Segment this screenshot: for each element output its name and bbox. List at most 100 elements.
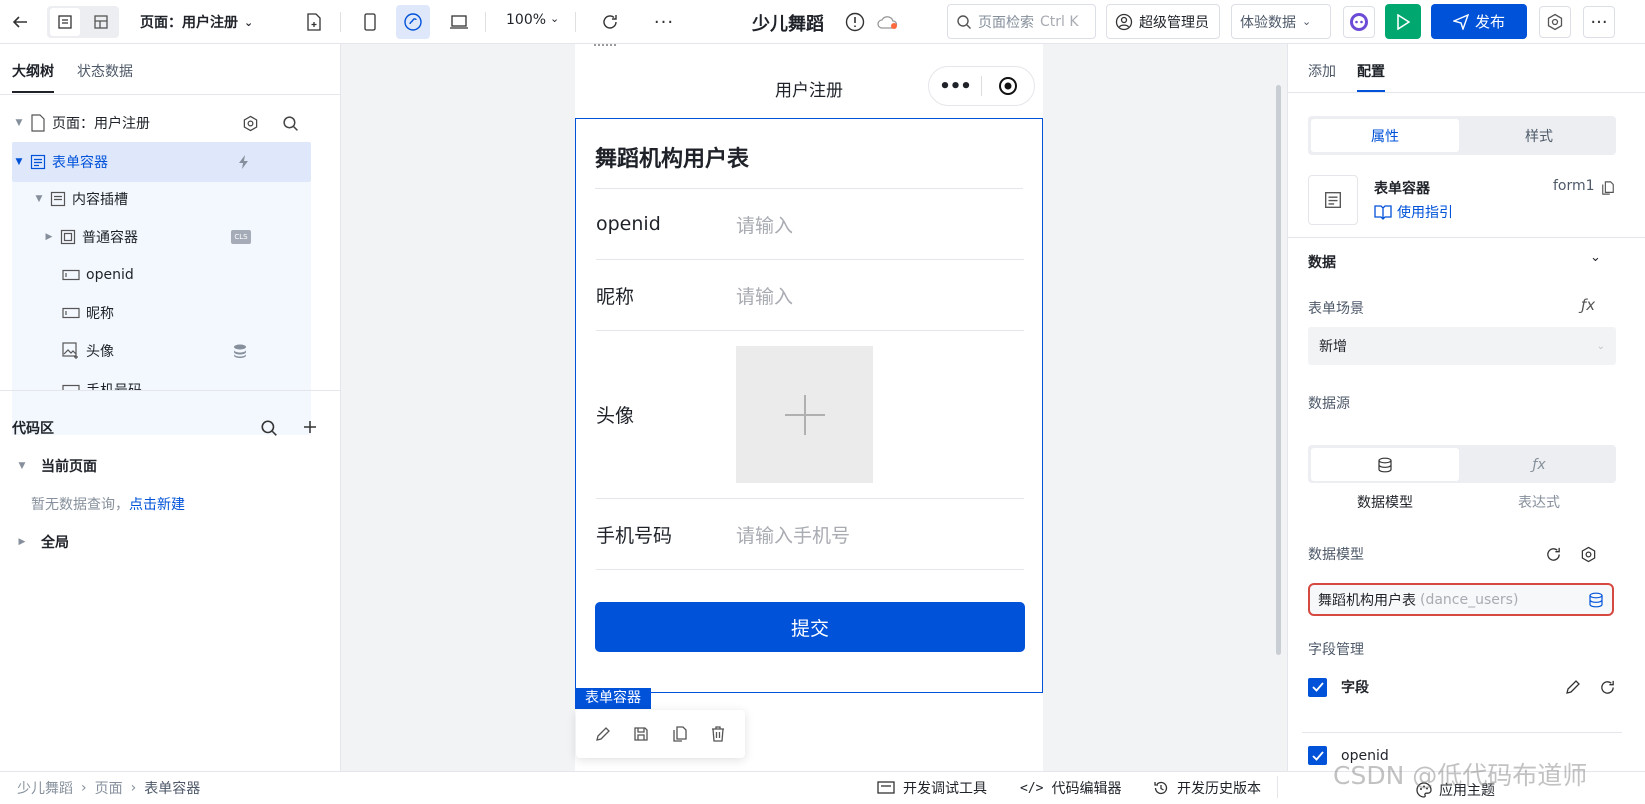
capsule-more-icon[interactable]: ••• (929, 76, 981, 97)
selection-tag: 表单容器 (575, 688, 651, 709)
field-input[interactable]: 请输入 (736, 282, 793, 309)
back-arrow-icon[interactable] (8, 10, 32, 34)
left-panel: 大纲树 状态数据 ▼ 页面：用户注册 ▼ 表单容器 ▼ 内容插槽 ▶ 普通容器 … (0, 44, 341, 771)
form-field-avatar[interactable]: 头像 (596, 331, 1024, 499)
settings-icon[interactable] (1580, 546, 1597, 563)
cls-badge[interactable]: CLS (231, 230, 251, 244)
tree-item-form-container[interactable]: ▼ 表单容器 (12, 142, 311, 182)
form-field-phone[interactable]: 手机号码 请输入手机号 (596, 499, 1024, 570)
datasource-label: 数据源 (1308, 396, 1350, 412)
add-page-icon[interactable] (302, 10, 326, 34)
search-icon[interactable] (282, 115, 299, 132)
debug-tools-button[interactable]: 开发调试工具 (877, 778, 987, 798)
breadcrumb-item[interactable]: 少儿舞蹈 (17, 778, 73, 798)
settings-icon[interactable] (1539, 6, 1571, 38)
code-global[interactable]: ▶ 全局 (15, 532, 69, 552)
chevron-down-icon: ⌄ (550, 12, 560, 25)
debug-tools-label: 开发调试工具 (903, 781, 987, 797)
settings-icon[interactable] (242, 115, 259, 132)
more-menu-icon[interactable]: ··· (1583, 6, 1615, 38)
tree-label: 普通容器 (82, 230, 138, 246)
checkbox-checked[interactable] (1308, 677, 1327, 697)
caret-down-icon[interactable]: ▼ (32, 194, 46, 204)
ds-expr-option[interactable]: ƒx (1465, 448, 1613, 481)
code-current-page[interactable]: ▼ 当前页面 (15, 456, 97, 476)
caret-right-icon[interactable]: ▶ (42, 232, 56, 242)
component-id: form1 (1553, 178, 1595, 194)
tab-config[interactable]: 配置 (1357, 61, 1385, 81)
database-icon[interactable] (1588, 592, 1604, 608)
tree-item-page[interactable]: ▼ 页面：用户注册 (12, 104, 311, 142)
form-field-openid[interactable]: openid 请输入 (596, 189, 1024, 260)
save-icon[interactable] (633, 726, 649, 742)
edit-icon[interactable] (595, 726, 611, 742)
form-scene-select[interactable]: 新增 ⌄ (1308, 327, 1616, 365)
form-container[interactable]: 舞蹈机构用户表 openid 请输入 昵称 请输入 头像 手机号码 请输入手机号… (575, 118, 1043, 693)
history-button[interactable]: 开发历史版本 (1153, 778, 1261, 798)
refresh-icon[interactable] (598, 10, 622, 34)
data-mode-select[interactable]: 体验数据 ⌄ (1231, 4, 1331, 39)
data-model-select[interactable]: 舞蹈机构用户表 (dance_users) (1308, 583, 1614, 616)
section-data-header[interactable]: 数据 ⌄ (1308, 250, 1626, 282)
delete-icon[interactable] (710, 726, 726, 742)
copy-icon[interactable] (672, 726, 688, 742)
fx-icon[interactable]: ƒx (1581, 296, 1595, 314)
ds-model-option[interactable] (1311, 448, 1459, 481)
run-button[interactable] (1385, 4, 1421, 39)
form-scene-value: 新增 (1319, 339, 1347, 355)
guide-link[interactable]: 使用指引 (1374, 202, 1453, 222)
zoom-select[interactable]: 100% ⌄ (506, 12, 559, 28)
outline-view-icon[interactable] (50, 8, 80, 36)
checkbox-checked[interactable] (1308, 746, 1327, 765)
tab-outline[interactable]: 大纲树 (12, 61, 54, 81)
refresh-icon[interactable] (1599, 679, 1616, 696)
more-icon[interactable]: ··· (652, 10, 676, 34)
miniprogram-device-icon[interactable] (396, 5, 430, 39)
capsule-close-icon[interactable] (982, 76, 1034, 96)
refresh-icon[interactable] (1545, 546, 1562, 563)
page-search-input[interactable]: 页面检索 Ctrl K (947, 4, 1096, 39)
tree-item-nickname[interactable]: 昵称 (12, 294, 311, 332)
edit-icon[interactable] (1565, 679, 1581, 695)
canvas-scrollbar[interactable] (1276, 85, 1281, 655)
tree-item-phone[interactable]: 手机号码 (12, 370, 311, 390)
publish-button[interactable]: 发布 (1431, 4, 1527, 39)
caret-down-icon[interactable]: ▼ (15, 461, 29, 471)
lightning-icon[interactable] (236, 154, 252, 170)
copy-icon[interactable] (1601, 180, 1615, 196)
chevron-down-icon[interactable]: ⌄ (1590, 250, 1601, 265)
tab-state-data[interactable]: 状态数据 (77, 61, 133, 81)
breadcrumb-item[interactable]: 页面 (95, 778, 123, 798)
tree-item-container[interactable]: ▶ 普通容器 CLS (12, 218, 311, 256)
add-icon[interactable] (302, 419, 318, 435)
code-editor-button[interactable]: </> 代码编辑器 (1020, 778, 1121, 798)
tree-item-content-slot[interactable]: ▼ 内容插槽 (12, 180, 311, 218)
user-menu[interactable]: 超级管理员 (1106, 4, 1220, 39)
field-input[interactable]: 请输入 (736, 211, 793, 238)
ai-assistant-icon[interactable] (1343, 6, 1375, 38)
caret-down-icon[interactable]: ▼ (12, 157, 26, 167)
segment-properties[interactable]: 属性 (1311, 119, 1459, 152)
caret-right-icon[interactable]: ▶ (15, 537, 29, 547)
field-all-row[interactable]: 字段 (1308, 672, 1616, 702)
breadcrumb-item[interactable]: 表单容器 (144, 778, 200, 798)
tab-add[interactable]: 添加 (1308, 61, 1336, 81)
submit-button[interactable]: 提交 (595, 602, 1025, 652)
cloud-status-icon[interactable] (875, 10, 901, 34)
field-input[interactable]: 请输入手机号 (736, 521, 850, 548)
tree-item-avatar[interactable]: 头像 (12, 332, 311, 370)
mobile-device-icon[interactable] (358, 10, 382, 34)
tree-item-openid[interactable]: openid (12, 256, 311, 294)
create-query-link[interactable]: 点击新建 (129, 497, 185, 513)
database-icon[interactable] (232, 343, 248, 359)
segment-styles[interactable]: 样式 (1465, 119, 1613, 152)
image-upload-box[interactable] (736, 346, 873, 483)
caret-down-icon[interactable]: ▼ (12, 118, 26, 128)
capsule-button[interactable]: ••• (928, 66, 1035, 106)
page-selector[interactable]: 页面：用户注册 ⌄ (140, 12, 253, 32)
pc-device-icon[interactable] (447, 10, 471, 34)
layout-view-icon[interactable] (86, 8, 116, 36)
info-icon[interactable] (843, 10, 867, 34)
search-icon[interactable] (260, 419, 278, 437)
form-field-nickname[interactable]: 昵称 请输入 (596, 260, 1024, 331)
